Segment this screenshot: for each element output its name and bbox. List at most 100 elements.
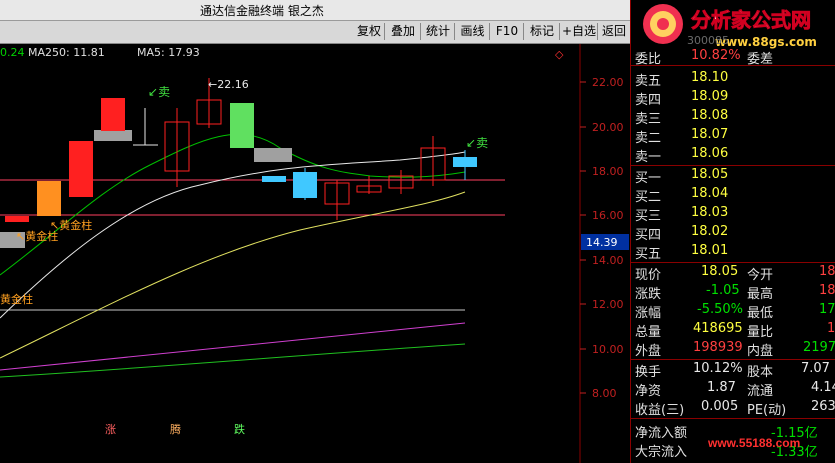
inner-value: 2197: [803, 340, 835, 355]
low-label: 最低: [747, 306, 774, 321]
toolbar-button-restore-rights[interactable]: 复权: [354, 23, 385, 40]
low-value: 17: [819, 302, 835, 317]
toolbar-button-back[interactable]: 返回: [599, 23, 629, 40]
buy-5-label: 买五: [635, 247, 662, 262]
sell-3-label: 卖三: [635, 112, 662, 127]
block-inflow-label: 大宗流入: [635, 445, 688, 460]
change-pct-value: -5.50%: [697, 302, 743, 317]
open-value: 18: [819, 264, 835, 279]
candle: [230, 103, 254, 148]
high-label: 最高: [747, 287, 774, 302]
current-price-label: 14.39: [586, 236, 618, 249]
volume-value: 418695: [693, 321, 743, 336]
candle: [101, 98, 125, 131]
toolbar-button-statistics[interactable]: 统计: [422, 23, 455, 40]
share-capital-value: 7.07: [801, 361, 830, 376]
buy-4-price: 18.02: [691, 224, 729, 239]
toolbar-button-draw[interactable]: 画线: [456, 23, 490, 40]
open-label: 今开: [747, 268, 774, 283]
sell-2-label: 卖二: [635, 131, 662, 146]
sell-1-label: 卖一: [635, 150, 662, 165]
candle: [69, 141, 93, 197]
eps-value: 0.005: [701, 399, 739, 414]
buy-1-price: 18.05: [691, 167, 729, 182]
sell-4-label: 卖四: [635, 93, 662, 108]
change-value: -1.05: [706, 283, 740, 298]
pe-label: PE(动): [747, 403, 787, 418]
candle: [5, 216, 29, 222]
kline-chart[interactable]: 0.24 MA250: 11.81 MA5: 17.93 ◇ 22.00 20.…: [0, 44, 630, 463]
sell-annotation: ↙卖: [466, 136, 488, 150]
pe-value: 263: [811, 399, 835, 414]
ma250-value: MA250: 11.81: [28, 46, 105, 59]
turnover-value: 10.12%: [693, 361, 743, 376]
axis-tick: 20.00: [592, 121, 624, 134]
sell-annotation: ↙卖: [148, 85, 170, 99]
toolbar-button-overlay[interactable]: 叠加: [386, 23, 421, 40]
title-bar: 通达信金融终端 银之杰: [0, 0, 630, 21]
sell-1-price: 18.06: [691, 146, 729, 161]
price-value: 18.05: [701, 264, 739, 279]
change-pct-label: 涨幅: [635, 306, 662, 321]
volume-label: 总量: [635, 325, 662, 340]
volume-ratio-value: 1: [827, 321, 835, 336]
candle: [453, 157, 477, 167]
axis-tick: 12.00: [592, 298, 624, 311]
gold-bar-annotation: 黄金柱: [0, 292, 33, 306]
turnover-label: 换手: [635, 365, 662, 380]
axis-tick: 8.00: [592, 387, 617, 400]
candle: [262, 176, 286, 182]
high-value: 18: [819, 283, 835, 298]
watermark-logo: 分析家公式网 www.88gs.com 300085: [643, 4, 817, 49]
outer-value: 198939: [693, 340, 743, 355]
high-annotation: ←22.16: [208, 78, 249, 91]
candle: [37, 181, 61, 216]
marker-rise: 涨: [105, 423, 116, 436]
buy-1-label: 买一: [635, 171, 662, 186]
change-label: 涨跌: [635, 287, 662, 302]
axis-tick: 22.00: [592, 76, 624, 89]
buy-5-price: 18.01: [691, 243, 729, 258]
candle: [293, 172, 317, 198]
order-ratio-value: 10.82%: [691, 48, 741, 63]
marker-fall: 跌: [234, 422, 245, 436]
ma-left-value: 0.24: [0, 46, 25, 59]
float-label: 流通: [747, 384, 774, 399]
net-assets-value: 1.87: [707, 380, 736, 395]
toolbar-button-add-favorite[interactable]: +自选: [561, 23, 598, 40]
buy-3-label: 买三: [635, 209, 662, 224]
inner-label: 内盘: [747, 344, 774, 359]
axis-tick: 10.00: [592, 343, 624, 356]
buy-4-label: 买四: [635, 228, 662, 243]
axis-tick: 14.00: [592, 254, 624, 267]
quote-panel: 委比 10.82% 委差 卖五 18.10 卖四 18.09 卖三 18.08 …: [630, 0, 835, 463]
marker-surge: 腾: [170, 422, 181, 436]
share-capital-label: 股本: [747, 365, 774, 380]
sell-2-price: 18.07: [691, 127, 729, 142]
toolbar: 复权 叠加 统计 画线 F10 标记 +自选 返回: [0, 21, 630, 44]
diamond-icon: ◇: [555, 48, 564, 61]
candle: [254, 148, 292, 162]
buy-3-price: 18.03: [691, 205, 729, 220]
sell-4-price: 18.09: [691, 89, 729, 104]
net-assets-label: 净资: [635, 384, 662, 399]
toolbar-button-mark[interactable]: 标记: [525, 23, 560, 40]
ma5-value: MA5: 17.93: [137, 46, 200, 59]
ma-line-green-long: [0, 343, 466, 378]
axis-tick: 16.00: [592, 209, 624, 222]
sell-5-price: 18.10: [691, 70, 729, 85]
buy-2-label: 买二: [635, 190, 662, 205]
gold-bar-annotation: ↖黄金柱: [50, 218, 92, 232]
toolbar-button-f10[interactable]: F10: [491, 23, 524, 40]
sell-5-label: 卖五: [635, 74, 662, 89]
price-label: 现价: [635, 268, 662, 283]
outer-label: 外盘: [635, 344, 662, 359]
ma-line-yellow: [0, 191, 466, 359]
ma-line-magenta: [0, 322, 466, 371]
float-value: 4.14: [811, 380, 835, 395]
stock-code: 300085: [687, 34, 729, 47]
buy-2-price: 18.04: [691, 186, 729, 201]
logo-url: www.88gs.com: [715, 35, 817, 49]
net-inflow-label: 净流入额: [635, 426, 688, 441]
volume-ratio-label: 量比: [747, 325, 774, 340]
